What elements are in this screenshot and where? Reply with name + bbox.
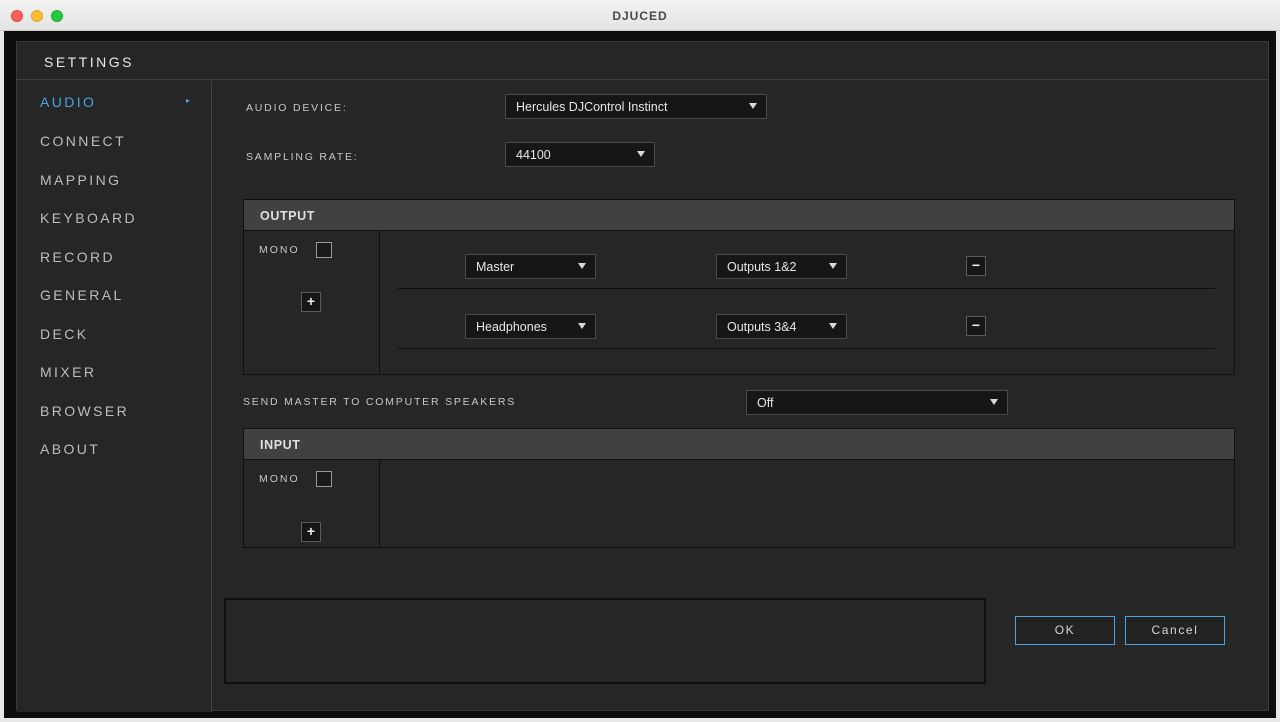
audio-device-dropdown[interactable]: Hercules DJControl Instinct	[505, 94, 767, 119]
output-channel-value: Headphones	[476, 320, 547, 334]
output-channel-dropdown[interactable]: Headphones	[465, 314, 596, 339]
window-title: DJUCED	[612, 9, 668, 23]
row-divider	[398, 288, 1215, 289]
sidebar-item-mapping[interactable]: MAPPING	[40, 172, 190, 196]
sampling-rate-label: SAMPLING RATE:	[246, 151, 359, 163]
output-port-dropdown[interactable]: Outputs 1&2	[716, 254, 847, 279]
cancel-button[interactable]: Cancel	[1125, 616, 1225, 645]
output-channel-value: Master	[476, 260, 515, 274]
chevron-down-icon	[578, 263, 586, 269]
output-section-header: OUTPUT	[244, 200, 1234, 231]
sidebar-item-audio[interactable]: AUDIO ▸	[40, 94, 190, 118]
app-window: SETTINGS AUDIO ▸ CONNECT MAPPING KEYBOAR…	[4, 31, 1276, 718]
sidebar-item-deck[interactable]: DECK	[40, 326, 190, 350]
sidebar-item-keyboard[interactable]: KEYBOARD	[40, 210, 190, 234]
sidebar-item-label: ABOUT	[40, 441, 101, 457]
row-divider	[398, 348, 1215, 349]
send-master-value: Off	[757, 396, 774, 410]
input-section-title: INPUT	[260, 438, 301, 452]
chevron-down-icon	[749, 103, 757, 109]
chevron-down-icon	[829, 323, 837, 329]
settings-header: SETTINGS	[17, 42, 1268, 80]
sidebar-item-record[interactable]: RECORD	[40, 249, 190, 273]
audio-device-value: Hercules DJControl Instinct	[516, 100, 668, 114]
sidebar-item-label: AUDIO	[40, 94, 97, 110]
output-mono-label: MONO	[259, 244, 300, 256]
settings-panel: SETTINGS AUDIO ▸ CONNECT MAPPING KEYBOAR…	[16, 41, 1269, 712]
sidebar-item-connect[interactable]: CONNECT	[40, 133, 190, 157]
message-area	[224, 598, 986, 684]
input-mono-checkbox[interactable]	[316, 471, 332, 487]
send-master-label: SEND MASTER TO COMPUTER SPEAKERS	[243, 396, 517, 408]
input-section-header: INPUT	[244, 429, 1234, 460]
send-master-dropdown[interactable]: Off	[746, 390, 1008, 415]
sampling-rate-value: 44100	[516, 148, 551, 162]
sidebar-item-label: MIXER	[40, 364, 97, 380]
sidebar-item-label: BROWSER	[40, 403, 130, 419]
settings-sidebar: AUDIO ▸ CONNECT MAPPING KEYBOARD RECORD …	[17, 81, 212, 712]
audio-device-label: AUDIO DEVICE:	[246, 102, 348, 114]
remove-output-button[interactable]: −	[966, 316, 986, 336]
sidebar-item-about[interactable]: ABOUT	[40, 441, 190, 465]
sidebar-item-mixer[interactable]: MIXER	[40, 364, 190, 388]
output-section-title: OUTPUT	[260, 209, 315, 223]
input-mono-column: MONO +	[244, 460, 380, 547]
chevron-down-icon	[990, 399, 998, 405]
chevron-down-icon	[637, 151, 645, 157]
output-mono-checkbox[interactable]	[316, 242, 332, 258]
output-section: OUTPUT MONO + Master Outputs 1&2 − Headp…	[243, 199, 1235, 375]
output-port-value: Outputs 3&4	[727, 320, 797, 334]
chevron-down-icon	[578, 323, 586, 329]
remove-output-button[interactable]: −	[966, 256, 986, 276]
input-section: INPUT MONO +	[243, 428, 1235, 548]
output-mono-column: MONO +	[244, 231, 380, 374]
sidebar-item-label: GENERAL	[40, 287, 124, 303]
sidebar-item-label: KEYBOARD	[40, 210, 137, 226]
sidebar-item-browser[interactable]: BROWSER	[40, 403, 190, 427]
settings-title: SETTINGS	[44, 54, 135, 70]
output-port-dropdown[interactable]: Outputs 3&4	[716, 314, 847, 339]
sidebar-item-label: RECORD	[40, 249, 116, 265]
ok-button[interactable]: OK	[1015, 616, 1115, 645]
output-channel-dropdown[interactable]: Master	[465, 254, 596, 279]
chevron-down-icon	[829, 263, 837, 269]
add-input-button[interactable]: +	[301, 522, 321, 542]
output-port-value: Outputs 1&2	[727, 260, 797, 274]
active-arrow-icon: ▸	[185, 96, 190, 105]
sidebar-item-label: CONNECT	[40, 133, 127, 149]
sidebar-item-general[interactable]: GENERAL	[40, 287, 190, 311]
sidebar-item-label: DECK	[40, 326, 89, 342]
add-output-button[interactable]: +	[301, 292, 321, 312]
title-bar: DJUCED	[0, 0, 1280, 31]
sampling-rate-dropdown[interactable]: 44100	[505, 142, 655, 167]
sidebar-item-label: MAPPING	[40, 172, 122, 188]
input-mono-label: MONO	[259, 473, 300, 485]
